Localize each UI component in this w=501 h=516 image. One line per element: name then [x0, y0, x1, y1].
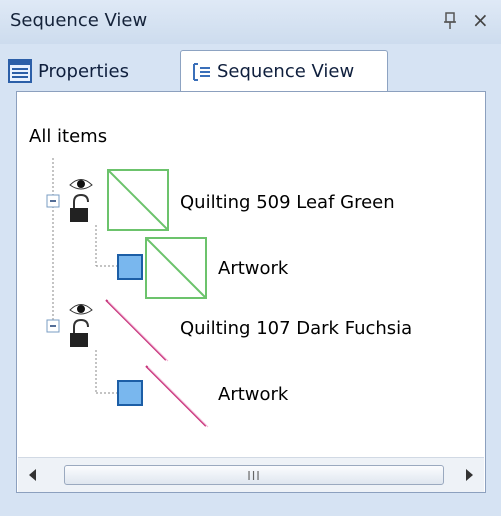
artwork-swatch-icon [145, 237, 207, 299]
visibility-eye-icon[interactable] [69, 304, 93, 315]
artwork-swatch-icon [145, 365, 209, 428]
tree-item-label[interactable]: Artwork [218, 258, 288, 279]
scroll-left-arrow-icon[interactable] [18, 458, 48, 492]
tree-item-label[interactable]: Quilting 107 Dark Fuchsia [180, 318, 412, 339]
scroll-right-arrow-icon[interactable] [454, 458, 484, 492]
thread-swatch-icon [107, 169, 169, 231]
tree-item-label[interactable]: Quilting 509 Leaf Green [180, 192, 395, 213]
horizontal-scrollbar[interactable]: III [18, 457, 484, 492]
artwork-square-icon [117, 380, 143, 406]
collapse-toggle-icon[interactable] [46, 319, 60, 333]
visibility-eye-icon[interactable] [69, 179, 93, 190]
sequence-view-panel: Sequence View × Properties Sequence View [0, 0, 501, 516]
collapse-toggle-icon[interactable] [46, 194, 60, 208]
unlock-icon[interactable] [70, 318, 89, 347]
scroll-thumb[interactable]: III [64, 465, 444, 485]
scroll-grip: III [247, 469, 261, 483]
tree-item-label[interactable]: Artwork [218, 384, 288, 405]
thread-swatch-icon [105, 299, 169, 362]
artwork-square-icon [117, 254, 143, 280]
unlock-icon[interactable] [70, 193, 89, 222]
